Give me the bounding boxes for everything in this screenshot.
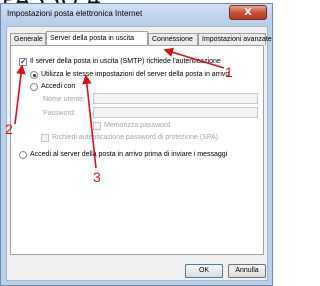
tab-connessione[interactable]: Connessione (148, 33, 198, 45)
smtp-auth-checkbox[interactable] (19, 57, 27, 66)
remember-password-label: Memorizza password (104, 122, 171, 129)
login-incoming-first-label: Accedi al server della posta in arrivo p… (30, 151, 228, 158)
ok-button[interactable]: OK (185, 264, 223, 278)
login-incoming-first-radio[interactable] (19, 151, 27, 159)
login-with-radio[interactable] (30, 83, 38, 91)
spa-checkbox[interactable] (41, 134, 49, 142)
annotation-3: 3 (93, 169, 101, 185)
use-same-settings-radio[interactable] (30, 71, 38, 79)
username-field[interactable] (93, 93, 258, 104)
cancel-button[interactable]: Annulla (228, 264, 266, 278)
close-button[interactable]: X (229, 5, 267, 20)
password-field[interactable] (93, 107, 258, 118)
close-icon: X (244, 7, 252, 18)
tab-generale[interactable]: Generale (10, 33, 46, 45)
settings-dialog: Impostazioni posta elettronica Internet … (0, 3, 273, 286)
window-title: Impostazioni posta elettronica Internet (7, 9, 143, 18)
tab-server-posta-uscita[interactable]: Server della posta in uscita (46, 31, 148, 45)
password-label: Password: (43, 110, 76, 117)
remember-password-checkbox[interactable] (93, 122, 101, 130)
annotation-2: 2 (5, 121, 13, 137)
annotation-1: 1 (225, 64, 233, 80)
login-with-label: Accedi con (41, 83, 76, 90)
tab-strip: Generale Server della posta in uscita Co… (10, 31, 272, 45)
smtp-auth-label: Il server della posta in uscita (SMTP) r… (30, 58, 221, 65)
title-bar: Impostazioni posta elettronica Internet … (1, 4, 272, 26)
use-same-settings-label: Utilizza le stesse impostazioni del serv… (41, 71, 230, 78)
spa-label: Richiedi autenticazione password di prot… (52, 134, 219, 141)
username-label: Nome utente: (43, 96, 86, 103)
tab-impostazioni-avanzate[interactable]: Impostazioni avanzate (198, 33, 272, 45)
